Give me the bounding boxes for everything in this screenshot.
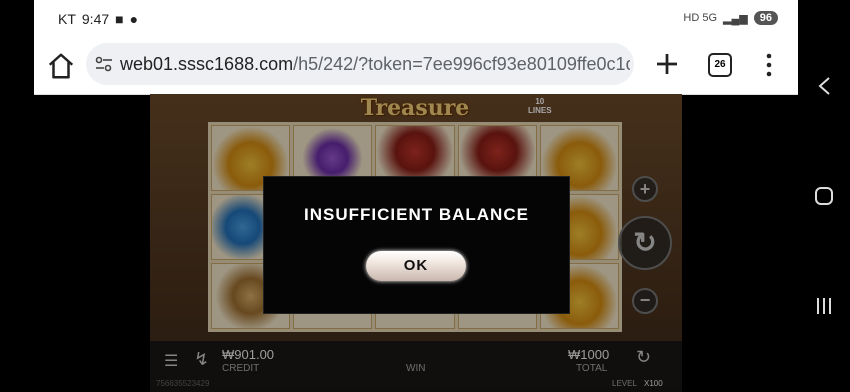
site-settings-icon[interactable] [94, 54, 114, 74]
dialog-message: INSUFFICIENT BALANCE [304, 205, 529, 224]
signal-icon: ▂▄▆ [723, 12, 748, 25]
back-icon[interactable] [815, 76, 835, 96]
new-tab-icon[interactable] [652, 49, 682, 79]
home-nav-icon[interactable] [814, 186, 834, 206]
url-text[interactable]: web01.sssc1688.com/h5/242/?token=7ee996c… [120, 54, 630, 75]
recent-apps-icon[interactable] [814, 296, 834, 316]
url-host: web01.sssc1688.com [120, 54, 294, 74]
phone-screen: KT 9:47 ■ ● HD 5G ▂▄▆ 96 web01.sssc1688.… [34, 0, 798, 392]
more-menu-icon[interactable] [764, 52, 774, 78]
chat-notification-icon: ● [129, 11, 139, 27]
address-bar[interactable]: web01.sssc1688.com/h5/242/?token=7ee996c… [86, 43, 634, 85]
network-icon: HD 5G [683, 12, 718, 24]
insufficient-balance-dialog: INSUFFICIENT BALANCE OK [263, 176, 570, 314]
battery-indicator: 96 [753, 11, 778, 25]
app-notification-icon: ■ [115, 11, 124, 27]
carrier-label: KT [58, 11, 76, 27]
home-icon[interactable] [46, 51, 76, 81]
status-bar: KT 9:47 ■ ● HD 5G ▂▄▆ 96 [34, 0, 798, 38]
clock: 9:47 [81, 11, 110, 27]
tab-switcher-button[interactable]: 26 [708, 53, 732, 77]
ok-button[interactable]: OK [366, 251, 466, 281]
system-navigation-bar [798, 0, 850, 392]
url-path: /h5/242/?token=7ee996cf93e80109ffe0c1d3 [293, 54, 630, 74]
browser-toolbar: web01.sssc1688.com/h5/242/?token=7ee996c… [34, 38, 798, 95]
